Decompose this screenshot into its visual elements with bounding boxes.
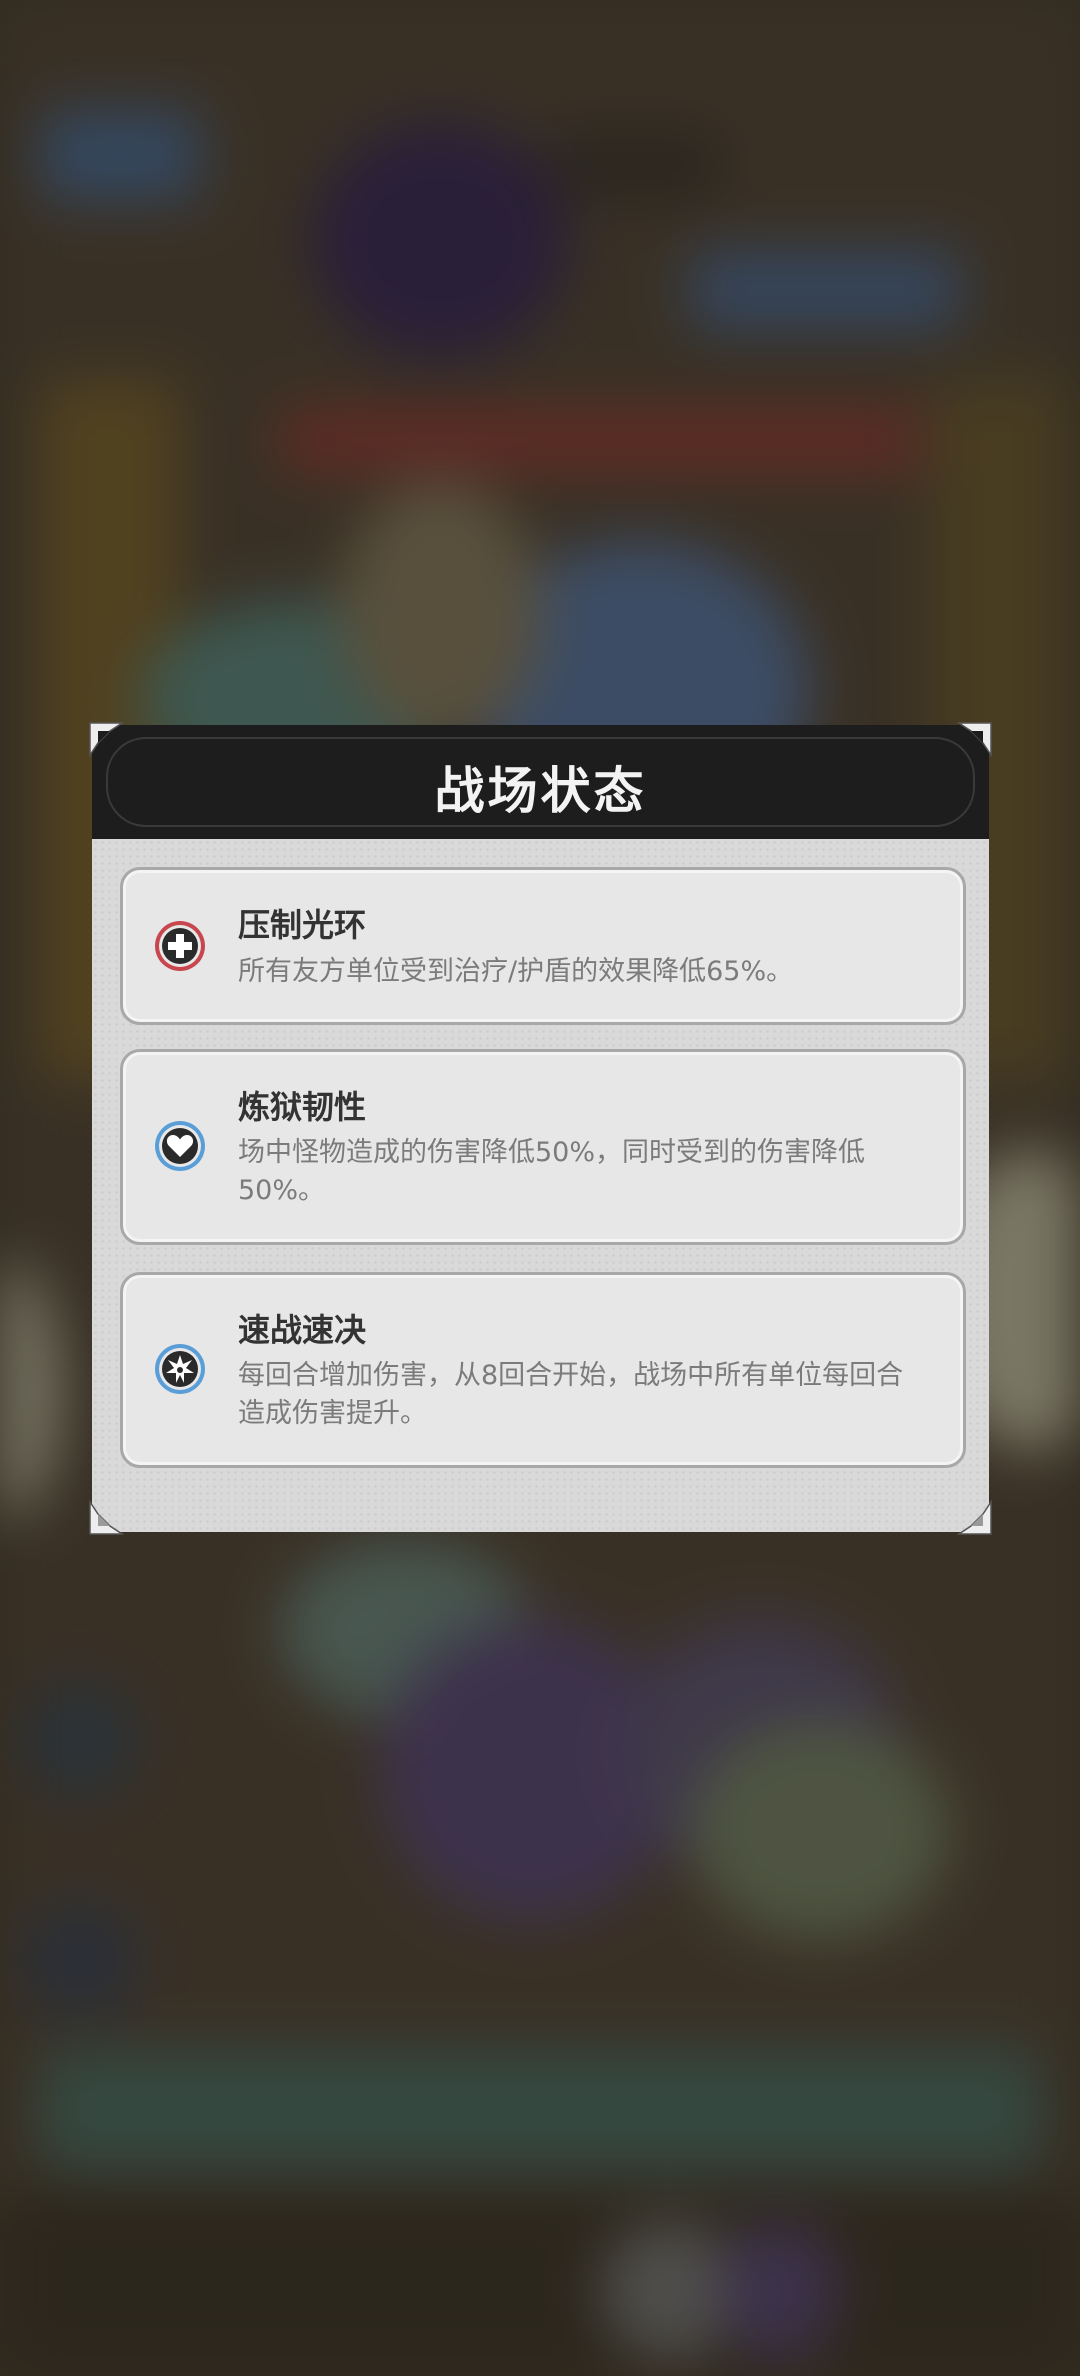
effect-description: 每回合增加伤害，从8回合开始，战场中所有单位每回合造成伤害提升。: [238, 1360, 904, 1429]
dialog-body: 压制光环 所有友方单位受到治疗/护盾的效果降低65%。 炼狱韧性 场中怪物造成的…: [92, 839, 989, 1532]
effect-card-suppression-aura[interactable]: 压制光环 所有友方单位受到治疗/护盾的效果降低65%。: [120, 867, 966, 1025]
corner-ornament-icon: [956, 721, 993, 758]
dialog-header: 战场状态: [92, 725, 989, 839]
effect-name: 压制光环: [238, 906, 367, 944]
plus-cross-icon: [153, 919, 207, 973]
corner-ornament-icon: [88, 1499, 125, 1536]
effect-description: 所有友方单位受到治疗/护盾的效果降低65%。: [238, 956, 794, 987]
dialog-title: 战场状态: [434, 762, 647, 820]
game-screen: 战场状态 压制光环 所有友方单位受到治疗/护盾的效果降低65%。 炼狱韧性 场中…: [0, 0, 1080, 2376]
effect-name: 速战速决: [238, 1311, 367, 1349]
corner-ornament-icon: [88, 721, 125, 758]
corner-ornament-icon: [956, 1499, 993, 1536]
burst-icon: [153, 1342, 207, 1396]
effect-card-quick-battle[interactable]: 速战速决 每回合增加伤害，从8回合开始，战场中所有单位每回合造成伤害提升。: [120, 1272, 966, 1468]
effect-description: 场中怪物造成的伤害降低50%，同时受到的伤害降低50%。: [238, 1137, 866, 1206]
heart-icon: [153, 1119, 207, 1173]
effect-card-inferno-resilience[interactable]: 炼狱韧性 场中怪物造成的伤害降低50%，同时受到的伤害降低50%。: [120, 1049, 966, 1245]
battlefield-status-dialog: 战场状态 压制光环 所有友方单位受到治疗/护盾的效果降低65%。 炼狱韧性 场中…: [89, 722, 992, 1535]
effect-name: 炼狱韧性: [238, 1088, 367, 1126]
